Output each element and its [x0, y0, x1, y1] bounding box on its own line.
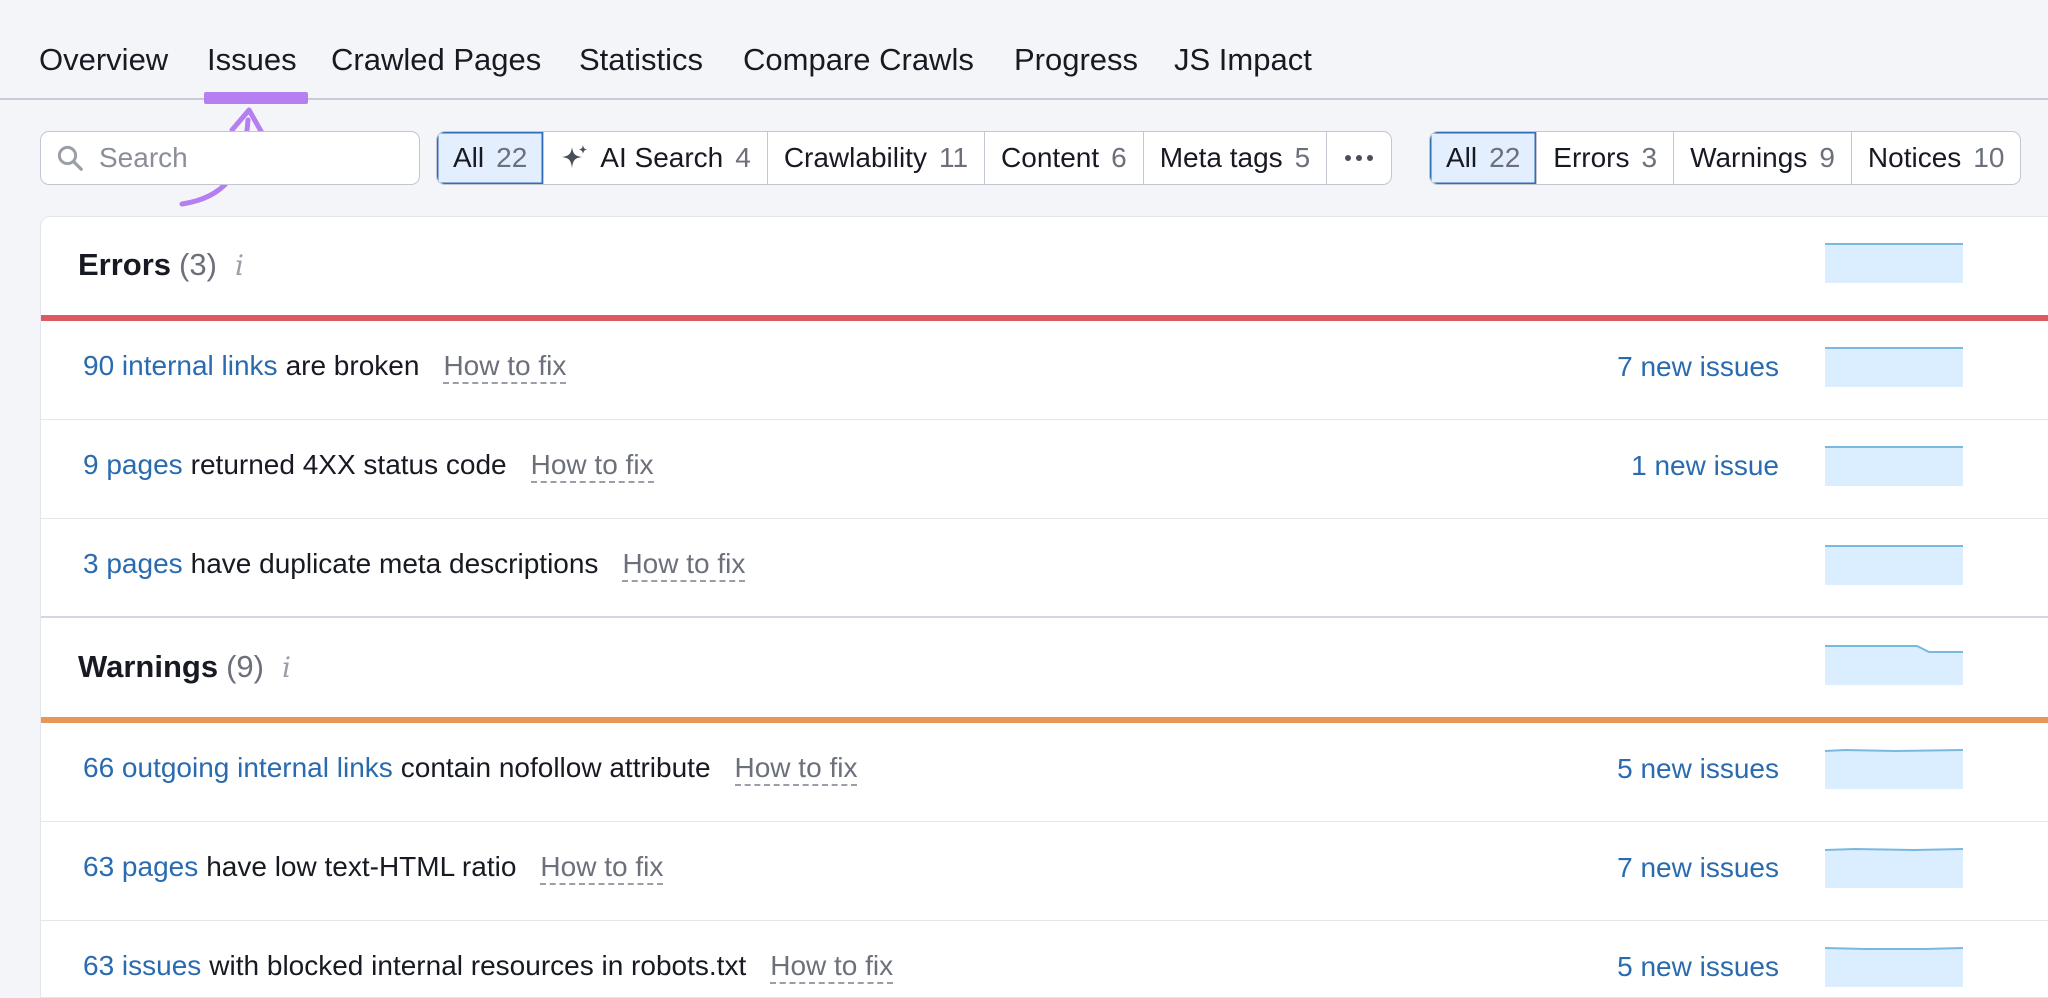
filter-label: AI Search	[600, 142, 724, 173]
tab-js-impact[interactable]: JS Impact	[1174, 40, 1312, 80]
search-icon	[57, 145, 83, 171]
issue-row[interactable]: 3 pages have duplicate meta descriptions…	[41, 519, 2048, 618]
issue-row[interactable]: 9 pages returned 4XX status code How to …	[41, 420, 2048, 519]
tab-issues[interactable]: Issues	[207, 40, 297, 80]
top-tab-bar: Overview Issues Crawled Pages Statistics…	[0, 0, 2048, 104]
issue-description: returned 4XX status code	[190, 449, 507, 480]
issue-link[interactable]: 66 outgoing internal links	[83, 752, 393, 784]
tab-progress[interactable]: Progress	[1014, 40, 1138, 80]
sparkle-icon	[562, 145, 588, 168]
filter-count: 5	[1294, 142, 1311, 173]
issue-description: have duplicate meta descriptions	[190, 548, 599, 579]
filter-count: 3	[1641, 142, 1658, 173]
severity-filter-errors[interactable]: Errors 3	[1537, 132, 1675, 184]
severity-filter-warnings[interactable]: Warnings 9	[1674, 132, 1852, 184]
section-count: (9)	[226, 649, 264, 684]
filter-count: 22	[1489, 142, 1521, 173]
how-to-fix-link[interactable]: How to fix	[540, 851, 664, 885]
trend-sparkline	[1825, 749, 1963, 789]
issues-panel: Errors (3) i 90 internal links are broke…	[40, 216, 2048, 998]
trend-sparkline	[1825, 243, 1963, 283]
category-filter-meta-tags[interactable]: Meta tags 5	[1144, 132, 1328, 184]
filter-count: 10	[1973, 142, 2005, 173]
trend-sparkline	[1825, 347, 1963, 387]
section-title-text: Warnings	[78, 649, 219, 684]
issue-link[interactable]: 9 pages	[83, 449, 183, 481]
filter-count: 22	[496, 142, 528, 173]
more-filters-button[interactable]	[1327, 132, 1391, 184]
category-filter-crawlability[interactable]: Crawlability 11	[768, 132, 986, 184]
section-title-text: Errors	[78, 247, 172, 282]
filter-label: Content	[1001, 142, 1100, 173]
issue-description: are broken	[285, 350, 420, 381]
how-to-fix-link[interactable]: How to fix	[770, 950, 894, 984]
more-dots-icon	[1345, 155, 1374, 161]
severity-filter-group: All 22 Errors 3 Warnings 9 Notices 10	[1429, 131, 2022, 185]
issue-description: have low text-HTML ratio	[206, 851, 517, 882]
issue-link[interactable]: 90 internal links	[83, 350, 278, 382]
issue-link[interactable]: 63 issues	[83, 950, 201, 982]
how-to-fix-link[interactable]: How to fix	[734, 752, 858, 786]
filter-label: Meta tags	[1159, 142, 1283, 173]
filter-label: Notices	[1867, 142, 1962, 173]
search-box[interactable]	[40, 131, 420, 185]
tab-crawled-pages[interactable]: Crawled Pages	[331, 40, 541, 80]
info-icon[interactable]: i	[282, 651, 291, 684]
filter-count: 6	[1111, 142, 1127, 173]
new-issues-link[interactable]: 5 new issues	[1617, 951, 1779, 983]
how-to-fix-link[interactable]: How to fix	[530, 449, 654, 483]
category-filter-ai-search[interactable]: AI Search 4	[544, 132, 768, 184]
errors-section-header: Errors (3) i	[41, 217, 2048, 321]
issue-row[interactable]: 66 outgoing internal links contain nofol…	[41, 723, 2048, 822]
tab-overview[interactable]: Overview	[39, 40, 168, 80]
trend-sparkline	[1825, 848, 1963, 888]
search-input[interactable]	[99, 142, 399, 174]
how-to-fix-link[interactable]: How to fix	[443, 350, 567, 384]
filter-label: Crawlability	[783, 142, 927, 173]
filter-count: 4	[735, 142, 751, 173]
issue-row[interactable]: 63 issues with blocked internal resource…	[41, 921, 2048, 998]
issue-description: contain nofollow attribute	[400, 752, 711, 783]
issue-row[interactable]: 63 pages have low text-HTML ratio How to…	[41, 822, 2048, 921]
filter-label: All	[453, 142, 485, 173]
trend-sparkline	[1825, 446, 1963, 486]
category-filter-group: All 22 AI Search 4 Crawlability 11 Conte…	[436, 131, 1393, 185]
trend-sparkline	[1825, 947, 1963, 987]
filter-label: All	[1446, 142, 1478, 173]
filter-count: 11	[938, 142, 969, 173]
info-icon[interactable]: i	[235, 249, 244, 282]
trend-sparkline	[1825, 545, 1963, 585]
issue-link[interactable]: 63 pages	[83, 851, 198, 883]
new-issues-link[interactable]: 5 new issues	[1617, 753, 1779, 785]
tab-statistics[interactable]: Statistics	[579, 40, 703, 80]
issue-row[interactable]: 90 internal links are broken How to fix …	[41, 321, 2048, 420]
issue-description: with blocked internal resources in robot…	[209, 950, 747, 981]
warnings-section-header: Warnings (9) i	[41, 619, 2048, 723]
category-filter-content[interactable]: Content 6	[985, 132, 1144, 184]
filter-label: Errors	[1553, 142, 1630, 173]
category-filter-all[interactable]: All 22	[437, 132, 545, 184]
how-to-fix-link[interactable]: How to fix	[622, 548, 746, 582]
issue-link[interactable]: 3 pages	[83, 548, 183, 580]
trend-sparkline	[1825, 645, 1963, 685]
tab-compare-crawls[interactable]: Compare Crawls	[743, 40, 974, 80]
new-issues-link[interactable]: 7 new issues	[1617, 351, 1779, 383]
new-issues-link[interactable]: 1 new issue	[1631, 450, 1779, 482]
section-count: (3)	[179, 247, 217, 282]
severity-filter-all[interactable]: All 22	[1430, 132, 1538, 184]
section-title: Errors (3) i	[78, 247, 244, 283]
severity-filter-notices[interactable]: Notices 10	[1852, 132, 2021, 184]
new-issues-link[interactable]: 7 new issues	[1617, 852, 1779, 884]
section-title: Warnings (9) i	[78, 649, 291, 685]
filter-label: Warnings	[1690, 142, 1808, 173]
filter-count: 9	[1819, 142, 1835, 173]
